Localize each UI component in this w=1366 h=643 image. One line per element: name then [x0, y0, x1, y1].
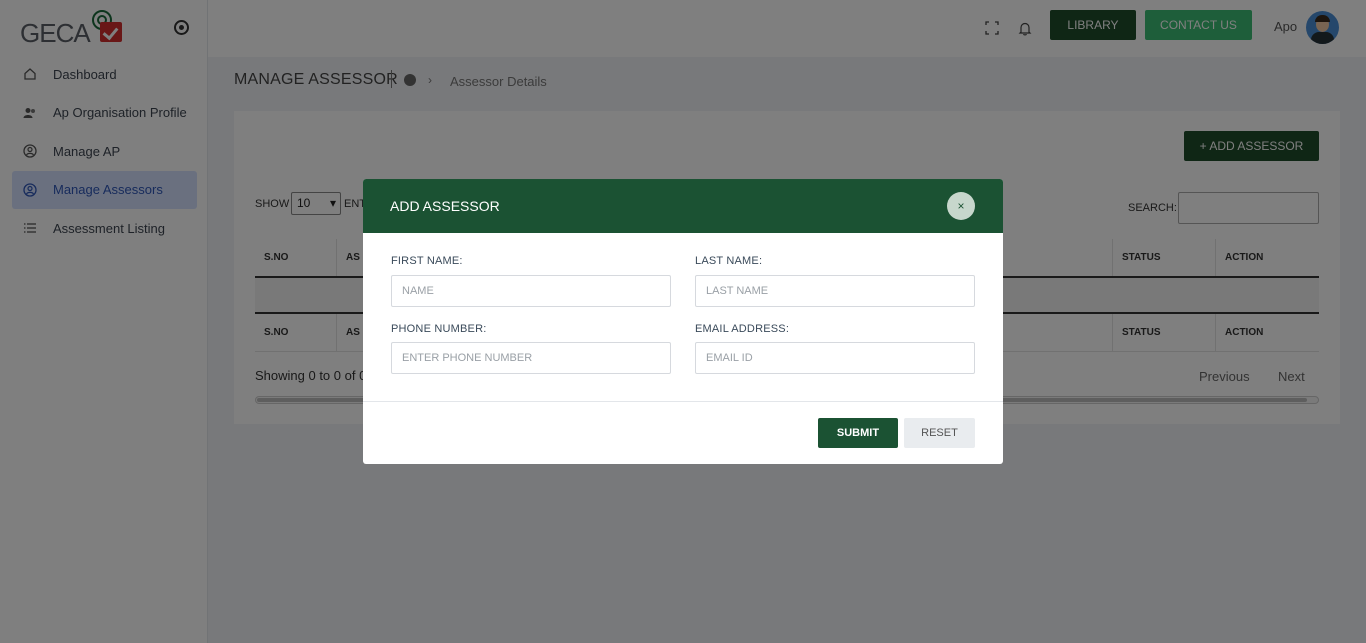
last-name-field[interactable]: [695, 275, 975, 307]
last-name-label: LAST NAME:: [695, 255, 763, 267]
close-button[interactable]: ×: [947, 192, 975, 220]
modal-title: ADD ASSESSOR: [390, 198, 500, 214]
submit-button[interactable]: SUBMIT: [818, 418, 898, 448]
modal-divider: [363, 401, 1003, 402]
modal-header: ADD ASSESSOR ×: [363, 179, 1003, 233]
first-name-field[interactable]: [391, 275, 671, 307]
email-address-label: EMAIL ADDRESS:: [695, 323, 790, 335]
reset-button[interactable]: RESET: [904, 418, 975, 448]
phone-number-field[interactable]: [391, 342, 671, 374]
add-assessor-modal: ADD ASSESSOR × FIRST NAME: LAST NAME: PH…: [363, 179, 1003, 464]
first-name-label: FIRST NAME:: [391, 255, 463, 267]
phone-number-label: PHONE NUMBER:: [391, 323, 487, 335]
email-field[interactable]: [695, 342, 975, 374]
